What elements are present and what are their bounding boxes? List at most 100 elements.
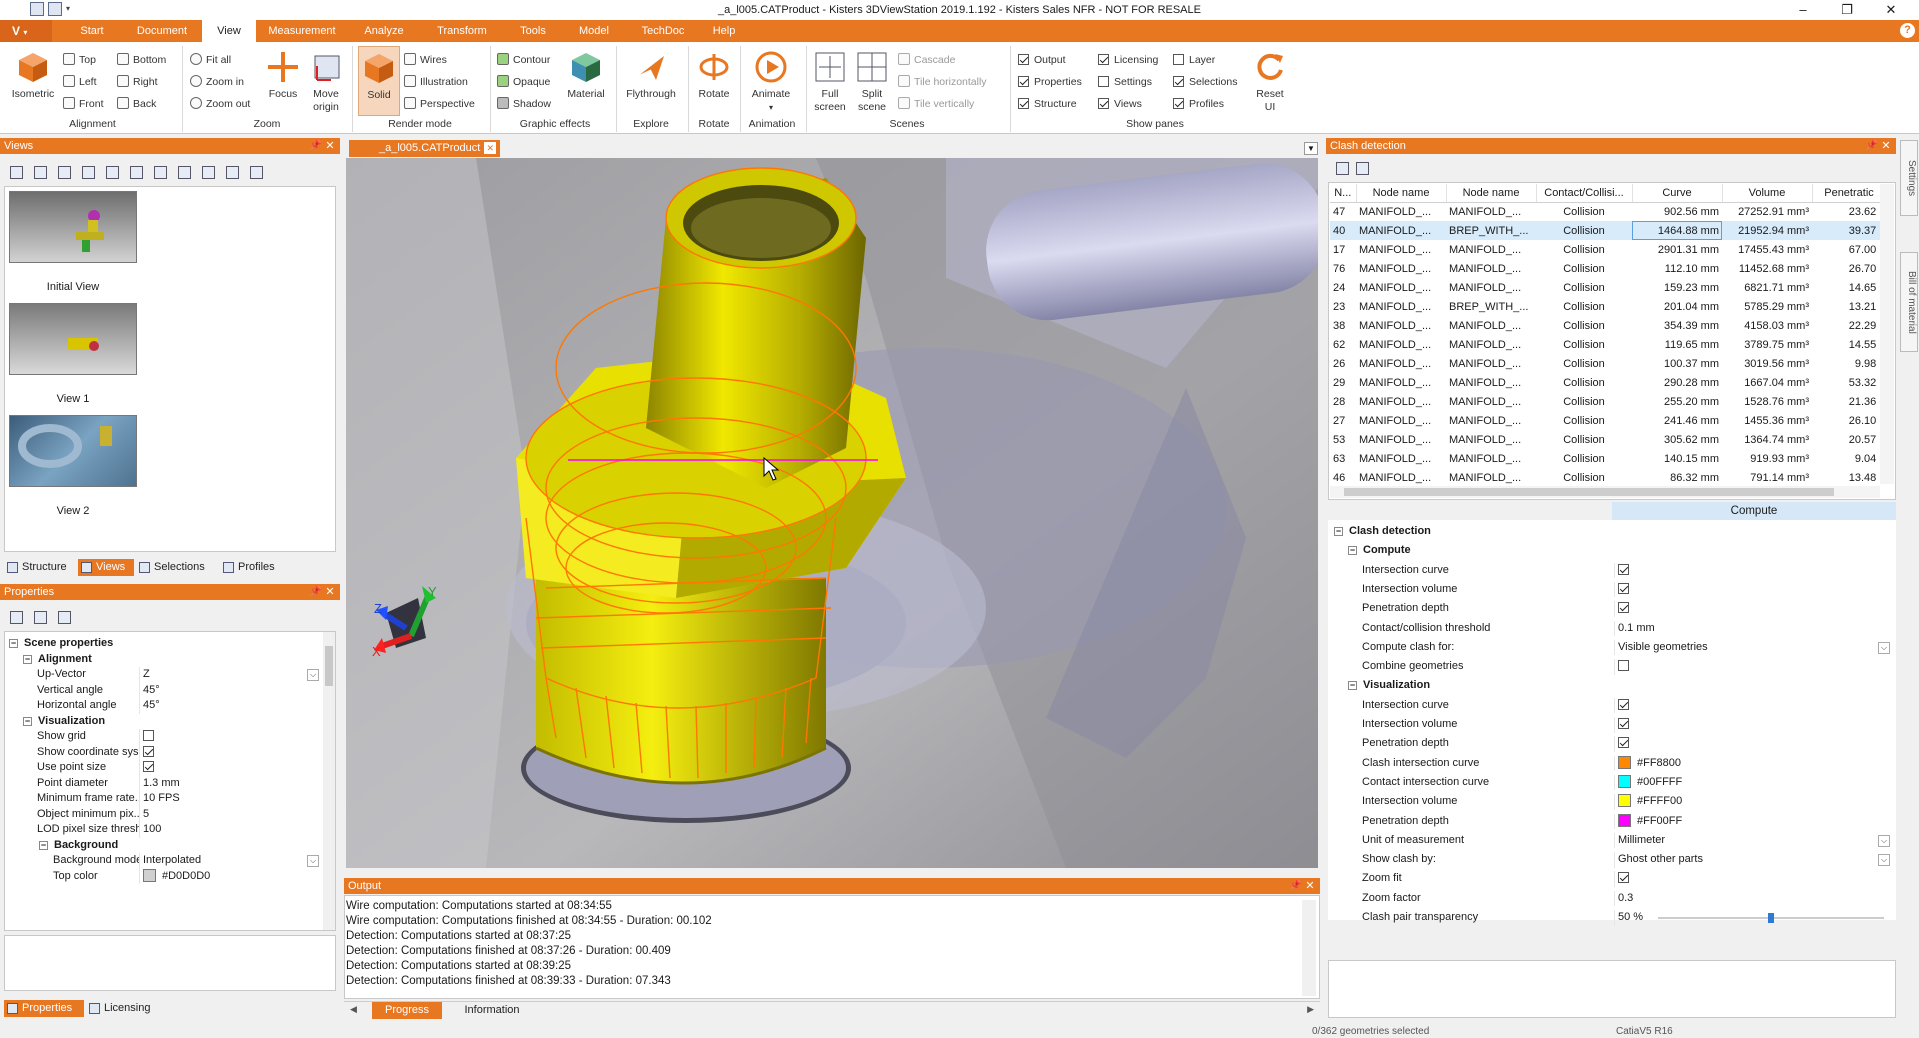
properties-panel-tab-properties[interactable]: Properties — [4, 1000, 84, 1017]
menu-tab-transform[interactable]: Transform — [420, 20, 504, 42]
view-left-button[interactable]: Left — [63, 74, 97, 90]
property-value[interactable]: Millimeter — [1618, 833, 1665, 849]
views-panel-tab-views[interactable]: Views — [78, 559, 134, 576]
perspective-button[interactable]: Perspective — [404, 96, 475, 112]
color-value[interactable]: #D0D0D0 — [143, 868, 210, 885]
view-thumbnail-1[interactable] — [9, 303, 137, 375]
property-value[interactable]: 5 — [143, 807, 149, 823]
output-tab-progress[interactable]: Progress — [372, 1002, 442, 1019]
color-value[interactable]: #FF8800 — [1618, 755, 1681, 772]
table-row[interactable]: 53 MANIFOLD_... MANIFOLD_... Collision 305.6… — [1330, 430, 1886, 449]
pin-icon[interactable]: 📌 — [1866, 138, 1878, 154]
section-scene-properties[interactable]: − Scene properties — [5, 636, 323, 652]
table-row[interactable]: 27 MANIFOLD_... MANIFOLD_... Collision 241.4… — [1330, 411, 1886, 430]
property-value[interactable]: 45° — [143, 698, 160, 714]
zoom-out-button[interactable]: Zoom out — [190, 96, 250, 112]
column-header-2[interactable]: Node name — [1446, 184, 1537, 203]
close-icon[interactable]: ✕ — [1880, 138, 1892, 154]
add-view-icon[interactable] — [34, 166, 47, 179]
section-clash-detection[interactable]: − Clash detection — [1328, 524, 1894, 540]
table-row[interactable]: 46 MANIFOLD_... MANIFOLD_... Collision 86.32… — [1330, 468, 1886, 487]
column-header-4[interactable]: Curve — [1632, 184, 1723, 203]
menu-tab-tools[interactable]: Tools — [504, 20, 562, 42]
view-back-button[interactable]: Back — [117, 96, 156, 112]
table-row[interactable]: 29 MANIFOLD_... MANIFOLD_... Collision 290.2… — [1330, 373, 1886, 392]
menu-tab-model[interactable]: Model — [562, 20, 626, 42]
property-checkbox[interactable] — [143, 745, 159, 761]
property-checkbox[interactable] — [1618, 563, 1634, 579]
pane-properties-checkbox[interactable]: Properties — [1018, 74, 1082, 90]
views-panel-tab-structure[interactable]: Structure — [4, 559, 76, 576]
document-list-dropdown-icon[interactable]: ▼ — [1304, 142, 1318, 155]
property-value[interactable]: 0.1 mm — [1618, 621, 1655, 637]
output-tab-information[interactable]: Information — [448, 1002, 536, 1019]
pane-layer-checkbox[interactable]: Layer — [1173, 52, 1215, 68]
property-value[interactable]: Ghost other parts — [1618, 852, 1703, 868]
column-header-6[interactable]: Penetratic — [1812, 184, 1887, 203]
property-value[interactable]: Z — [143, 667, 150, 683]
views-thumbnail-list[interactable]: Initial View View 1 View 2 — [4, 186, 336, 552]
isometric-button[interactable]: Isometric — [8, 50, 58, 101]
solid-button[interactable]: Solid — [358, 46, 400, 116]
menu-tab-start[interactable]: Start — [62, 20, 122, 42]
collapse-icon[interactable]: − — [39, 840, 48, 850]
table-row[interactable]: 62 MANIFOLD_... MANIFOLD_... Collision 119.6… — [1330, 335, 1886, 354]
collapse-icon[interactable]: − — [23, 716, 32, 726]
table-row[interactable]: 17 MANIFOLD_... MANIFOLD_... Collision 2901.… — [1330, 240, 1886, 259]
close-window-button[interactable]: ✕ — [1869, 0, 1913, 20]
filter-icon[interactable] — [58, 611, 71, 624]
table-row[interactable]: 28 MANIFOLD_... MANIFOLD_... Collision 255.2… — [1330, 392, 1886, 411]
tile-horizontally-button[interactable]: Tile horizontally — [898, 74, 987, 90]
next-view-icon[interactable] — [154, 166, 167, 179]
column-header-5[interactable]: Volume — [1722, 184, 1813, 203]
section-visualization[interactable]: − Visualization — [1328, 678, 1894, 694]
property-checkbox[interactable] — [143, 760, 159, 776]
chevron-down-icon[interactable]: ⌵ — [1878, 834, 1890, 847]
collapse-icon[interactable]: − — [9, 639, 18, 648]
property-checkbox[interactable] — [143, 729, 159, 745]
close-icon[interactable]: ✕ — [484, 142, 497, 154]
table-row[interactable]: 40 MANIFOLD_... BREP_WITH_... Collision 1464… — [1330, 221, 1886, 240]
contour-button[interactable]: Contour — [497, 52, 550, 68]
settings-icon[interactable] — [1356, 162, 1369, 175]
zoom-in-button[interactable]: Zoom in — [190, 74, 244, 90]
pane-licensing-checkbox[interactable]: Licensing — [1098, 52, 1158, 68]
pane-views-checkbox[interactable]: Views — [1098, 96, 1142, 112]
table-row[interactable]: 24 MANIFOLD_... MANIFOLD_... Collision 159.2… — [1330, 278, 1886, 297]
view-bottom-button[interactable]: Bottom — [117, 52, 166, 68]
color-value[interactable]: #FF00FF — [1618, 813, 1682, 830]
menu-tab-techdoc[interactable]: TechDoc — [626, 20, 700, 42]
full-screen-button[interactable]: Full screen — [810, 50, 850, 114]
menu-tab-measurement[interactable]: Measurement — [256, 20, 348, 42]
animate-button[interactable]: Animate ▾ — [746, 50, 796, 114]
collapse-icon[interactable]: − — [1348, 546, 1357, 556]
table-row[interactable]: 76 MANIFOLD_... MANIFOLD_... Collision 112.1… — [1330, 259, 1886, 278]
material-button[interactable]: Material — [562, 50, 610, 101]
view-thumbnail-initial[interactable] — [9, 191, 137, 263]
scroll-left-icon[interactable]: ◀ — [350, 1004, 357, 1015]
pane-selections-checkbox[interactable]: Selections — [1173, 74, 1237, 90]
pin-icon[interactable]: 📌 — [1290, 878, 1302, 894]
property-value[interactable]: 45° — [143, 683, 160, 699]
table-row[interactable]: 47 MANIFOLD_... MANIFOLD_... Collision 902.5… — [1330, 202, 1886, 221]
column-header-1[interactable]: Node name — [1356, 184, 1447, 203]
chevron-down-icon[interactable]: ⌵ — [1878, 641, 1890, 654]
clash-table[interactable]: N... Node name Node name Contact/Collisi...… — [1330, 184, 1887, 487]
stop-icon[interactable] — [130, 166, 143, 179]
previous-view-icon[interactable] — [106, 166, 119, 179]
tile-vertically-button[interactable]: Tile vertically — [898, 96, 974, 112]
table-row[interactable]: 26 MANIFOLD_... MANIFOLD_... Collision 100.3… — [1330, 354, 1886, 373]
compute-button[interactable]: Compute — [1612, 502, 1896, 520]
column-header-0[interactable]: N... — [1330, 184, 1357, 203]
view-front-button[interactable]: Front — [63, 96, 104, 112]
output-scrollbar[interactable] — [1302, 900, 1316, 996]
view-right-button[interactable]: Right — [117, 74, 158, 90]
color-value[interactable]: #FFFF00 — [1618, 794, 1682, 810]
pin-icon[interactable]: 📌 — [310, 138, 322, 154]
property-value[interactable]: 10 FPS — [143, 791, 180, 807]
delete-view-icon[interactable] — [82, 166, 95, 179]
maximize-button[interactable]: ❐ — [1825, 0, 1869, 20]
property-value[interactable]: Visible geometries — [1618, 640, 1708, 656]
flythrough-button[interactable]: Flythrough — [620, 50, 682, 101]
chevron-down-icon[interactable]: ⌵ — [307, 855, 319, 867]
